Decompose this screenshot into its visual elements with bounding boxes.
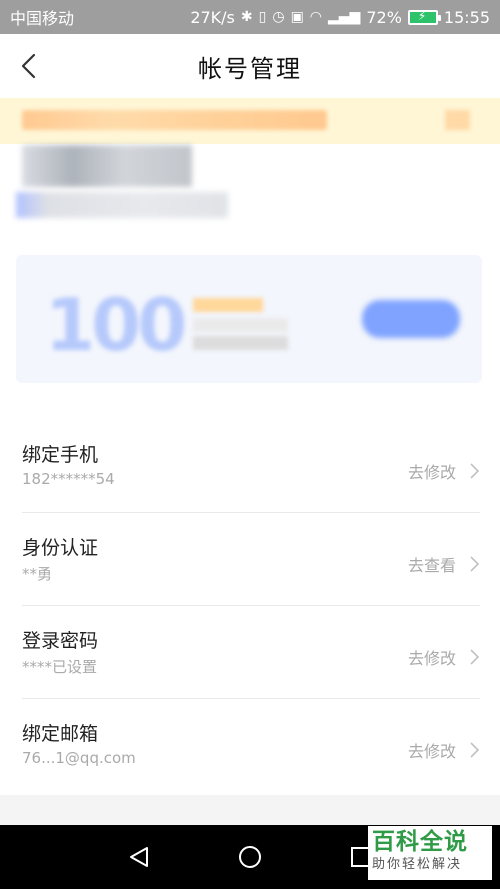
row-label: 身份认证: [22, 537, 99, 559]
back-arrow-icon[interactable]: [16, 52, 44, 80]
row-action[interactable]: 去修改: [408, 459, 456, 483]
hd-icon: ▣: [290, 9, 304, 25]
status-bar: 中国移动 27K/s ✱ ▯ ◷ ▣ ◠ ▂▄▆ 72% ⚡ 15:55: [0, 0, 500, 34]
chevron-right-icon: [470, 742, 480, 758]
watermark-subtitle: 助你轻松解决: [372, 857, 463, 872]
signal-icon: ▂▄▆: [328, 9, 361, 25]
row-value: 76...1@qq.com: [22, 749, 136, 767]
row-label: 绑定邮箱: [22, 723, 99, 745]
blurred-username: [22, 145, 192, 187]
blurred-notice-close: [445, 110, 470, 130]
alarm-icon: ◷: [272, 9, 285, 25]
chevron-right-icon: [470, 649, 480, 665]
row-value: 182******54: [22, 470, 115, 488]
watermark-title: 百科全说: [372, 829, 468, 855]
row-action[interactable]: 去查看: [408, 552, 456, 576]
blurred-vip-badge: [193, 298, 263, 312]
row-label: 登录密码: [22, 630, 99, 652]
battery-icon: ⚡: [407, 9, 441, 25]
battery-percent: 72%: [366, 7, 402, 27]
nav-home-icon[interactable]: [238, 845, 262, 869]
vip-action-button[interactable]: [362, 300, 460, 338]
vip-number: 100: [45, 283, 187, 367]
row-identity[interactable]: 身份认证 **勇 去查看: [22, 513, 480, 606]
app-header: 帐号管理: [0, 34, 500, 98]
blurred-vip-desc-1: [193, 318, 288, 332]
vibrate-icon: ▯: [258, 9, 267, 25]
carrier-name: 中国移动: [10, 9, 75, 28]
row-value: ****已设置: [22, 658, 98, 676]
page-title: 帐号管理: [198, 54, 302, 83]
chevron-right-icon: [470, 463, 480, 479]
section-divider: [0, 795, 500, 825]
chevron-right-icon: [470, 556, 480, 572]
wifi-icon: ◠: [309, 9, 323, 25]
row-label: 绑定手机: [22, 444, 99, 466]
row-value: **勇: [22, 565, 53, 583]
bluetooth-icon: ✱: [240, 9, 253, 25]
blurred-notice-text: [22, 110, 327, 130]
clock: 15:55: [443, 7, 490, 27]
nav-back-icon[interactable]: [128, 846, 150, 868]
watermark-logo: 百科全说 助你轻松解决: [368, 826, 492, 880]
blurred-vip-desc-2: [193, 336, 288, 350]
row-bind-email[interactable]: 绑定邮箱 76...1@qq.com 去修改: [22, 699, 480, 792]
row-bind-phone[interactable]: 绑定手机 182******54 去修改: [22, 420, 480, 513]
network-speed: 27K/s: [190, 7, 235, 27]
row-login-password[interactable]: 登录密码 ****已设置 去修改: [22, 606, 480, 699]
row-action[interactable]: 去修改: [408, 645, 456, 669]
row-action[interactable]: 去修改: [408, 738, 456, 762]
blurred-account-id: [16, 192, 228, 218]
